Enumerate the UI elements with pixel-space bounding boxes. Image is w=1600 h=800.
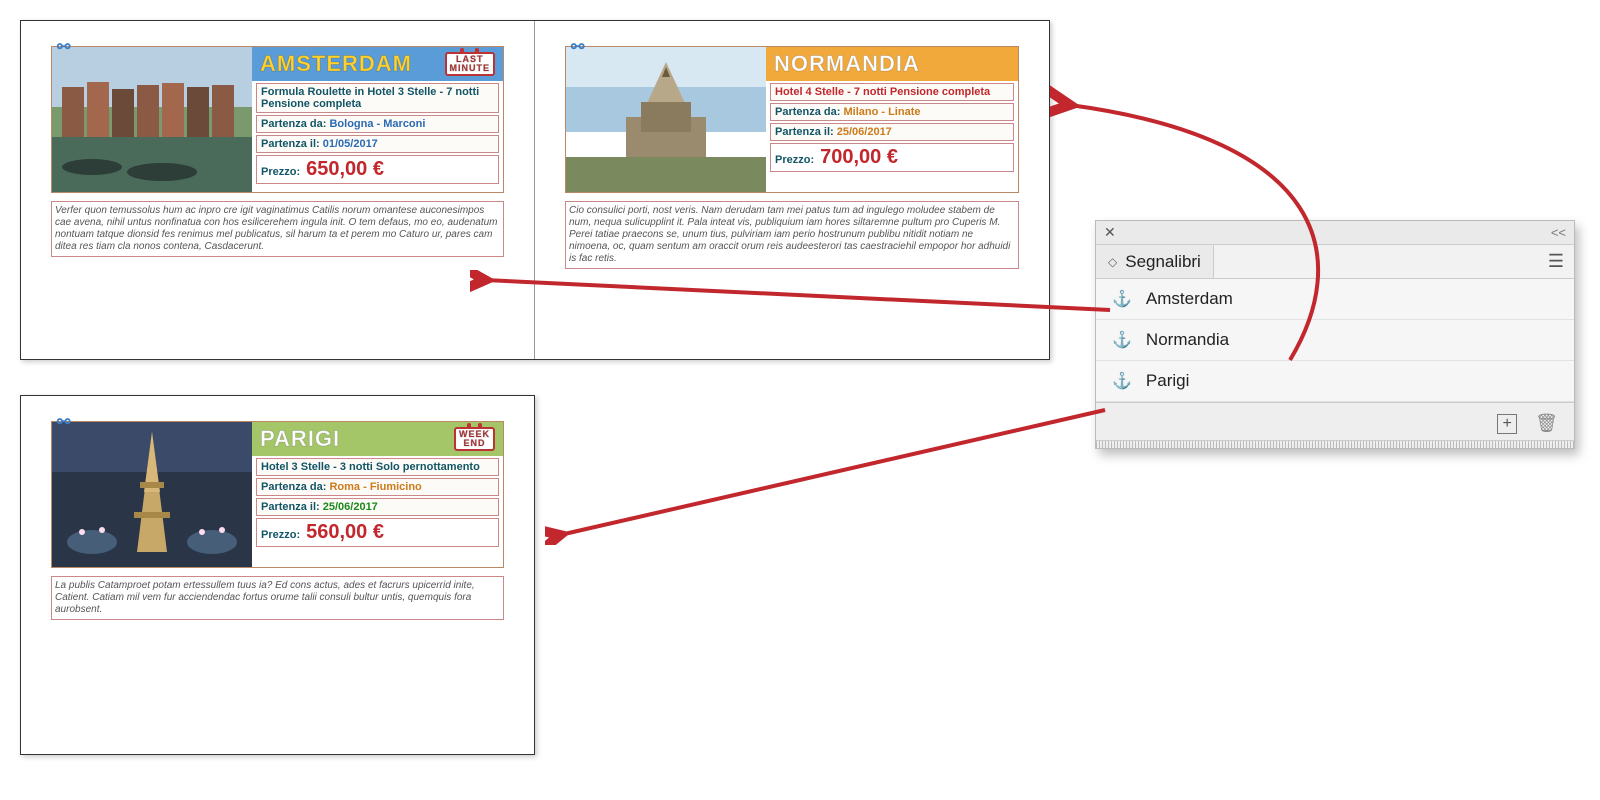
hotel-row: Formula Roulette in Hotel 3 Stelle - 7 n… xyxy=(256,83,499,113)
departure-row: Partenza da: Milano - Linate xyxy=(770,103,1014,121)
page-normandia[interactable]: ⚯ NORMANDIA Hotel 4 Stelle - 7 notti Pen… xyxy=(535,21,1049,359)
panel-footer: + 🗑 xyxy=(1096,402,1574,440)
tab-bookmarks[interactable]: ◇ Segnalibri xyxy=(1096,245,1214,278)
weekend-badge: WEEKEND xyxy=(454,427,495,450)
document-spread-bottom: ⚯ PARIGI WEEKEND Hotel 3 xyxy=(20,395,535,755)
hyperlink-icon: ⚯ xyxy=(57,37,70,57)
anchor-icon: ⚓ xyxy=(1112,371,1132,391)
hyperlink-icon: ⚯ xyxy=(571,37,584,57)
description: La publis Catamproet potam ertessullem t… xyxy=(51,576,504,620)
bookmark-parigi[interactable]: ⚓ Parigi xyxy=(1096,361,1574,402)
bookmark-list: ⚓ Amsterdam ⚓ Normandia ⚓ Parigi xyxy=(1096,279,1574,402)
bookmark-amsterdam[interactable]: ⚓ Amsterdam xyxy=(1096,279,1574,320)
title-bar: AMSTERDAM LASTMINUTE xyxy=(252,47,503,81)
city-title: AMSTERDAM xyxy=(260,51,412,77)
bookmark-label: Normandia xyxy=(1146,330,1229,350)
anchor-icon: ⚓ xyxy=(1112,330,1132,350)
date-row: Partenza il: 25/06/2017 xyxy=(770,123,1014,141)
details-amsterdam: AMSTERDAM LASTMINUTE Formula Roulette in… xyxy=(252,47,503,192)
photo-amsterdam xyxy=(52,47,252,192)
price-row: Prezzo:700,00 € xyxy=(770,143,1014,172)
description: Cio consulici porti, nost veris. Nam der… xyxy=(565,201,1019,269)
departure-row: Partenza da: Roma - Fiumicino xyxy=(256,478,499,496)
card-amsterdam: ⚯ AMSTERDAM LASTMINUTE xyxy=(51,46,504,193)
bookmark-label: Amsterdam xyxy=(1146,289,1233,309)
photo-normandia xyxy=(566,47,766,192)
card-normandia: ⚯ NORMANDIA Hotel 4 Stelle - 7 notti Pen… xyxy=(565,46,1019,193)
bookmarks-panel[interactable]: ✕ << ◇ Segnalibri ☰ ⚓ Amsterdam ⚓ Normandi… xyxy=(1095,220,1575,449)
panel-header: ✕ << xyxy=(1096,221,1574,245)
price-row: Prezzo:650,00 € xyxy=(256,155,499,184)
description: Verfer quon temussolus hum ac inpro cre … xyxy=(51,201,504,257)
page-parigi[interactable]: ⚯ PARIGI WEEKEND Hotel 3 xyxy=(21,396,534,754)
hyperlink-icon: ⚯ xyxy=(57,412,70,432)
page-amsterdam[interactable]: ⚯ AMSTERDAM LASTMINUTE xyxy=(21,21,535,359)
price-row: Prezzo:560,00 € xyxy=(256,518,499,547)
title-bar: PARIGI WEEKEND xyxy=(252,422,503,456)
details-normandia: NORMANDIA Hotel 4 Stelle - 7 notti Pensi… xyxy=(766,47,1018,192)
bookmark-normandia[interactable]: ⚓ Normandia xyxy=(1096,320,1574,361)
anchor-icon: ⚓ xyxy=(1112,289,1132,309)
city-title: PARIGI xyxy=(260,426,340,452)
bookmark-label: Parigi xyxy=(1146,371,1189,391)
details-parigi: PARIGI WEEKEND Hotel 3 Stelle - 3 notti … xyxy=(252,422,503,567)
delete-icon[interactable]: 🗑 xyxy=(1535,413,1558,434)
menu-icon[interactable]: ☰ xyxy=(1548,251,1564,272)
photo-parigi xyxy=(52,422,252,567)
hotel-row: Hotel 4 Stelle - 7 notti Pensione comple… xyxy=(770,83,1014,101)
add-bookmark-button[interactable]: + xyxy=(1497,414,1517,434)
panel-tab-bar: ◇ Segnalibri ☰ xyxy=(1096,245,1574,279)
city-title: NORMANDIA xyxy=(774,51,920,77)
title-bar: NORMANDIA xyxy=(766,47,1018,81)
arrow-parigi xyxy=(545,395,1115,545)
hotel-row: Hotel 3 Stelle - 3 notti Solo pernottame… xyxy=(256,458,499,476)
departure-row: Partenza da: Bologna - Marconi xyxy=(256,115,499,133)
sort-icon: ◇ xyxy=(1108,255,1117,269)
card-parigi: ⚯ PARIGI WEEKEND Hotel 3 xyxy=(51,421,504,568)
close-icon[interactable]: ✕ xyxy=(1104,224,1116,241)
last-minute-badge: LASTMINUTE xyxy=(445,52,496,75)
panel-title: Segnalibri xyxy=(1125,252,1201,272)
resize-grip[interactable] xyxy=(1096,440,1574,448)
document-spread-top: ⚯ AMSTERDAM LASTMINUTE xyxy=(20,20,1050,360)
date-row: Partenza il: 25/06/2017 xyxy=(256,498,499,516)
date-row: Partenza il: 01/05/2017 xyxy=(256,135,499,153)
collapse-icon[interactable]: << xyxy=(1551,225,1566,240)
